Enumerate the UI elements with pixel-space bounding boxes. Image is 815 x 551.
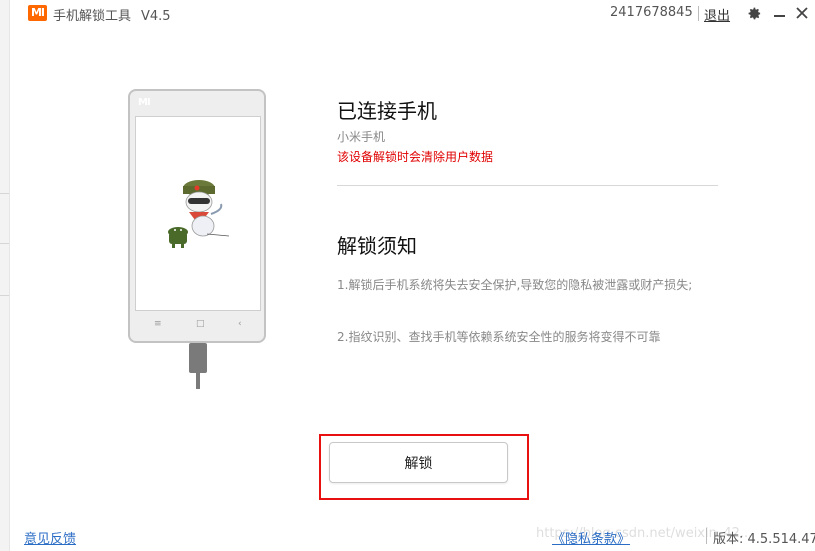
notice-heading: 解锁须知 [337,234,417,258]
phone-brand: MI [138,97,151,108]
data-wipe-warning: 该设备解锁时会清除用户数据 [337,150,494,164]
device-model: 小米手机 [337,130,386,144]
edge-divider [0,193,9,194]
mi-logo: MI [28,5,47,21]
close-icon[interactable] [794,4,810,22]
title-separator [698,6,699,21]
main-window: MI 手机解锁工具 V4.5 2417678845 退出 MI ≡ □ ‹ 已连… [0,0,815,551]
back-icon: ‹ [238,319,242,329]
edge-divider [0,243,9,244]
section-divider [337,185,718,186]
title-bar: MI 手机解锁工具 V4.5 2417678845 退出 [10,0,815,28]
connected-heading: 已连接手机 [337,99,437,123]
app-version: V4.5 [141,9,171,24]
feedback-link[interactable]: 意见反馈 [24,528,76,547]
edge-divider [0,295,9,296]
notice-item: 1.解锁后手机系统将失去安全保护,导致您的隐私被泄露或财产损失; [337,278,693,292]
minimize-icon[interactable] [771,4,787,22]
home-icon: □ [196,319,205,329]
mitu-bunny-illustration [168,180,230,248]
account-id: 2417678845 [610,5,693,20]
notice-item: 2.指纹识别、查找手机等依赖系统安全性的服务将变得不可靠 [337,330,661,344]
gear-icon[interactable] [746,4,762,22]
usb-cable [196,373,200,389]
version-label: 版本: 4.5.514.47 [713,532,815,547]
logout-link[interactable]: 退出 [704,5,730,24]
menu-icon: ≡ [154,319,162,329]
background-window-edge [0,0,10,551]
app-name: 手机解锁工具 [53,9,132,24]
footer-separator [706,528,707,544]
privacy-link[interactable]: 《隐私条款》 [552,528,630,547]
minimize-glyph [773,15,785,17]
app-title: 手机解锁工具 V4.5 [53,5,171,24]
unlock-button[interactable]: 解锁 [329,442,508,483]
usb-connector [189,343,207,373]
